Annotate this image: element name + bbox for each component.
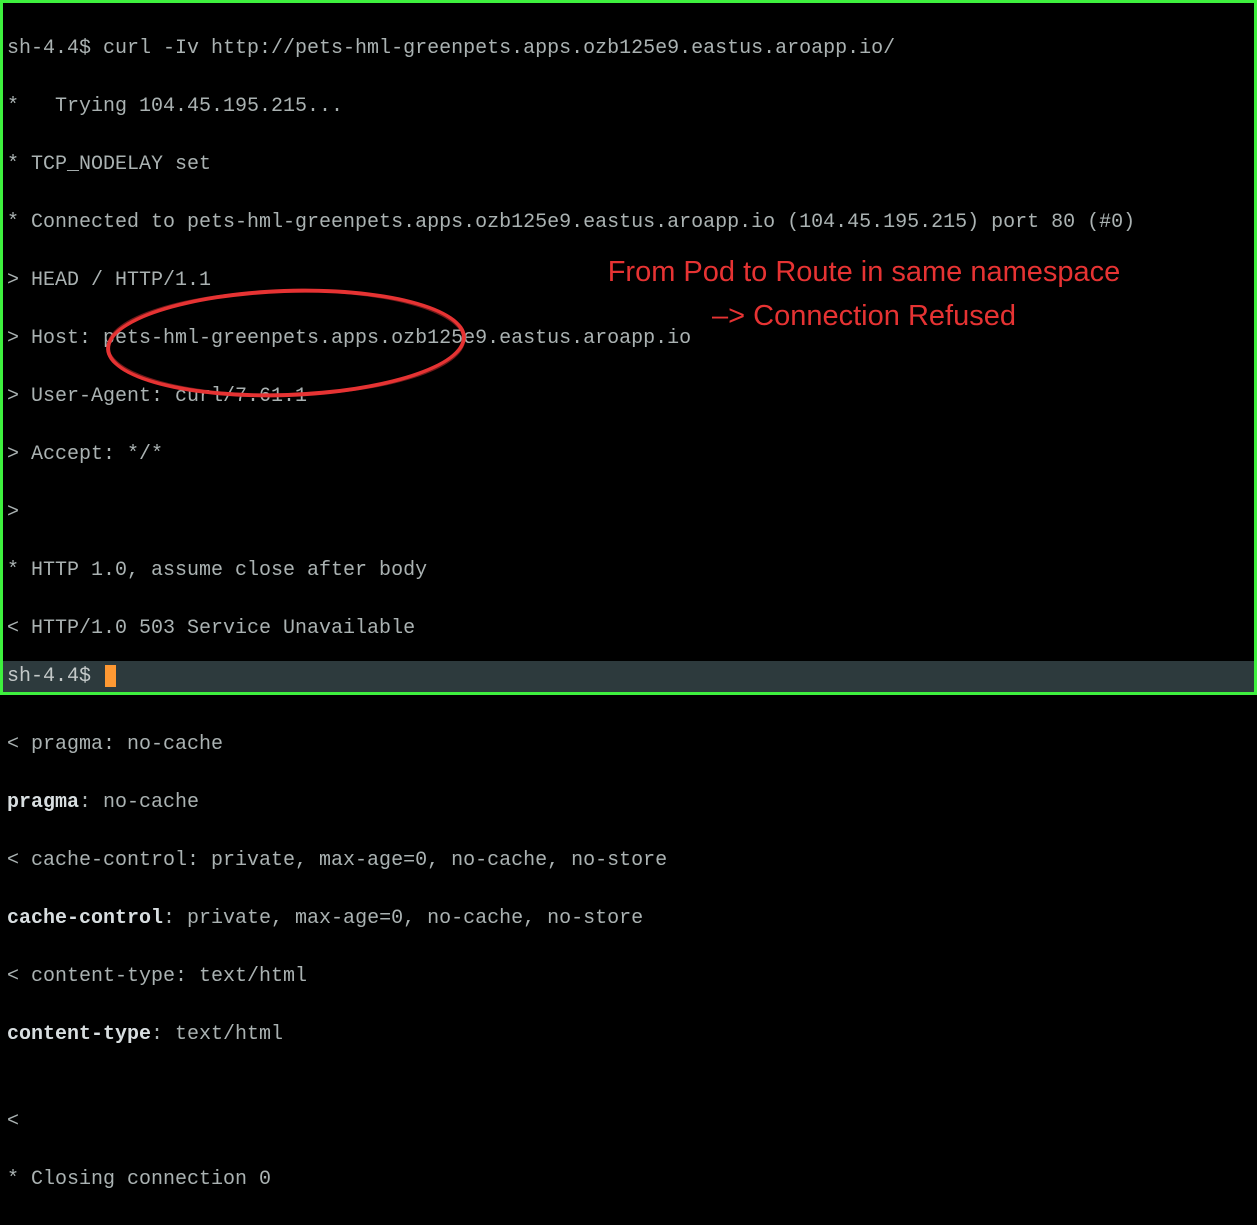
cursor-icon — [105, 665, 116, 687]
output-line: * Trying 104.45.195.215... — [7, 92, 1250, 121]
annotation-text: From Pod to Route in same namespace –> C… — [604, 251, 1124, 338]
output-line: > Accept: */* — [7, 440, 1250, 469]
terminal-prompt-bar[interactable]: sh-4.4$ — [0, 661, 1257, 695]
output-line: > — [7, 498, 1250, 527]
output-line: < cache-control: private, max-age=0, no-… — [7, 846, 1250, 875]
cache-control-header-echo: cache-control: private, max-age=0, no-ca… — [7, 904, 1250, 933]
output-line: < content-type: text/html — [7, 962, 1250, 991]
output-line: > User-Agent: curl/7.61.1 — [7, 382, 1250, 411]
output-line: < HTTP/1.0 503 Service Unavailable — [7, 614, 1250, 643]
curl-command: curl -Iv http://pets-hml-greenpets.apps.… — [103, 37, 895, 60]
pragma-header-echo: pragma: no-cache — [7, 788, 1250, 817]
shell-prompt: sh-4.4$ — [7, 665, 103, 688]
terminal-output: sh-4.4$ curl -Iv http://pets-hml-greenpe… — [3, 3, 1254, 1225]
output-line: * Closing connection 0 — [7, 1165, 1250, 1194]
output-line: * HTTP 1.0, assume close after body — [7, 556, 1250, 585]
content-type-header-echo: content-type: text/html — [7, 1020, 1250, 1049]
output-line: < pragma: no-cache — [7, 730, 1250, 759]
output-line: < — [7, 1107, 1250, 1136]
shell-prompt: sh-4.4$ — [7, 37, 103, 60]
output-line: * Connected to pets-hml-greenpets.apps.o… — [7, 208, 1250, 237]
output-line: * TCP_NODELAY set — [7, 150, 1250, 179]
